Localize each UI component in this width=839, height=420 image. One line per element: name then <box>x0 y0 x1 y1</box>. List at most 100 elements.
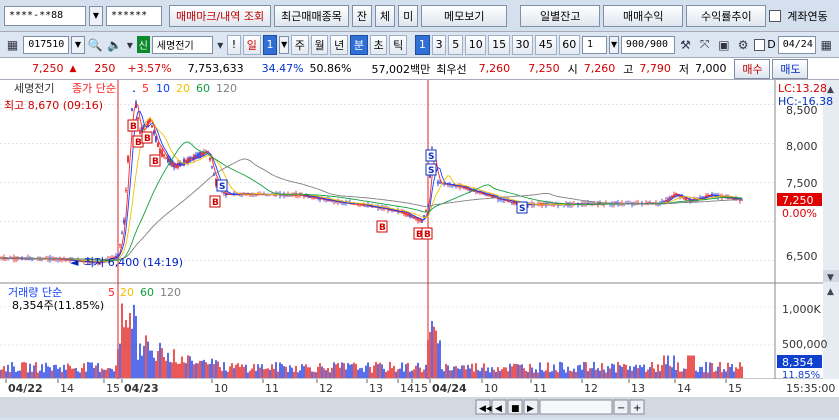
password-field[interactable]: ****** <box>106 5 162 26</box>
minute-60-button[interactable]: 60 <box>558 34 580 55</box>
time-tick-label: 14 <box>677 382 691 395</box>
volume-bar <box>141 355 143 378</box>
volume-bar <box>435 330 437 378</box>
volume-pane[interactable] <box>0 283 775 379</box>
period-second-button[interactable]: 초 <box>369 34 388 55</box>
period-year-button[interactable]: 년 <box>330 34 349 55</box>
chart-line-icon[interactable]: ⤧ <box>696 35 713 55</box>
day-count-dropdown[interactable]: ▼ <box>279 35 290 54</box>
interval-count-field[interactable]: 1 <box>581 35 608 54</box>
volume-bar <box>113 371 115 378</box>
volume-bar <box>705 361 707 378</box>
period-tick-button[interactable]: 틱 <box>389 34 408 55</box>
volume-bar <box>571 371 573 378</box>
save-icon[interactable]: ▣ <box>715 35 732 55</box>
period-day-button[interactable]: 일 <box>243 34 261 55</box>
date-checkbox[interactable] <box>753 38 766 51</box>
stock-name-field[interactable]: 세명전기 <box>151 35 214 54</box>
bars-count-field[interactable]: 900/900 <box>620 35 675 54</box>
vol-ma5-label: 5 <box>108 286 115 299</box>
period-week-button[interactable]: 주 <box>291 34 309 55</box>
volume-bar <box>393 365 395 378</box>
quote-bar: 7,250 ▲ 250 +3.57% 7,753,633 34.47% 50.8… <box>0 58 839 80</box>
chart-tools-icon[interactable]: ⚒ <box>677 35 694 55</box>
scroll-down-icon[interactable]: ▼ <box>827 273 834 283</box>
minute-3-button[interactable]: 3 <box>431 34 447 55</box>
volume-bar <box>725 371 727 378</box>
chevron-down-icon[interactable]: ▾ <box>215 35 225 55</box>
account-number-field[interactable]: ****-**88 <box>4 5 86 26</box>
memo-view-button[interactable]: 메모보기 <box>421 4 508 27</box>
speaker-icon[interactable]: 🔈 <box>106 35 123 55</box>
scroll-up-icon[interactable]: ▲ <box>827 85 834 95</box>
minute-45-button[interactable]: 45 <box>535 34 557 55</box>
minute-30-button[interactable]: 30 <box>511 34 534 55</box>
volume-bar <box>57 368 59 378</box>
volume-bar <box>459 369 461 378</box>
minute-10-button[interactable]: 10 <box>465 34 487 55</box>
executed-button[interactable]: 체 <box>375 4 396 27</box>
buy-button[interactable]: 매수 <box>734 58 771 79</box>
nav-scroll-track[interactable] <box>539 399 613 415</box>
candle-body <box>461 186 463 188</box>
daily-balance-button[interactable]: 일별잔고 <box>520 4 601 27</box>
scroll-up-icon[interactable]: ▲ <box>827 287 834 297</box>
search-icon[interactable]: 🔍 <box>87 35 104 55</box>
time-tick-label: 10 <box>484 382 498 395</box>
recent-trade-stocks-button[interactable]: 최근매매종목 <box>274 4 349 27</box>
chevron-down-icon[interactable]: ▾ <box>125 35 135 55</box>
settings-icon[interactable]: ⚙ <box>735 35 752 55</box>
candle-body <box>123 219 125 224</box>
volume-bar <box>675 369 677 378</box>
grid-icon[interactable]: ▦ <box>4 35 21 55</box>
volume-bar <box>409 371 411 378</box>
price-pane[interactable] <box>0 80 775 283</box>
return-trend-button[interactable]: 수익률추이 <box>686 4 767 27</box>
volume-bar <box>53 364 55 378</box>
minute-5-button[interactable]: 5 <box>448 34 464 55</box>
volume-bar <box>215 360 217 378</box>
period-month-button[interactable]: 월 <box>310 34 329 55</box>
volume-bar <box>719 362 721 378</box>
balance-button[interactable]: 잔 <box>351 4 373 27</box>
volume-bar <box>481 367 483 378</box>
stock-chart[interactable]: BB BBBBB BSSSS 세명전기 종가 단순 5 10 20 60 120 최… <box>0 80 839 417</box>
sell-button[interactable]: 매도 <box>772 58 809 79</box>
volume-bar <box>31 371 33 378</box>
volume-bar <box>425 364 427 378</box>
calendar-icon[interactable]: ▦ <box>818 35 835 55</box>
alert-button[interactable]: ! <box>227 34 242 55</box>
volume-bar <box>581 369 583 378</box>
account-link-checkbox[interactable] <box>769 9 782 22</box>
volume-bar <box>27 372 29 378</box>
candle-body <box>125 189 127 191</box>
minute-15-button[interactable]: 15 <box>488 34 510 55</box>
volume-bar <box>105 369 107 378</box>
trade-mark-history-button[interactable]: 매매마크/내역 조회 <box>169 4 272 27</box>
price-tick: 8,500 <box>786 104 818 117</box>
volume-bar <box>317 366 319 378</box>
chart-area[interactable]: BBBBBBBBSSSS 세명전기 종가 단순 5 10 20 60 120 최… <box>0 80 839 417</box>
unfilled-button[interactable]: 미 <box>398 4 419 27</box>
period-day-count[interactable]: 1 <box>262 34 278 55</box>
volume-bar <box>167 352 169 378</box>
stock-code-field[interactable]: 017510 <box>23 35 70 54</box>
date-field[interactable]: 04/24 <box>777 35 816 54</box>
interval-dropdown[interactable]: ▼ <box>609 35 619 54</box>
account-dropdown-button[interactable]: ▼ <box>89 5 103 26</box>
scrollbar[interactable] <box>823 80 839 379</box>
trade-profit-button[interactable]: 매매수익 <box>603 4 684 27</box>
volume-bar <box>249 370 251 378</box>
volume-bar <box>193 364 195 378</box>
volume-bar <box>531 367 533 378</box>
volume-bar <box>61 371 63 378</box>
stock-code-dropdown[interactable]: ▼ <box>71 35 85 54</box>
turnover-pct: 34.47% <box>261 62 304 75</box>
skip-start-icon: ◀◀ <box>479 404 493 414</box>
volume-bar <box>45 362 47 378</box>
candle-body <box>405 212 407 216</box>
volume-bar <box>5 371 7 378</box>
minute-1-button[interactable]: 1 <box>415 34 430 55</box>
volume-bar <box>171 362 173 378</box>
period-minute-button[interactable]: 분 <box>350 34 368 55</box>
